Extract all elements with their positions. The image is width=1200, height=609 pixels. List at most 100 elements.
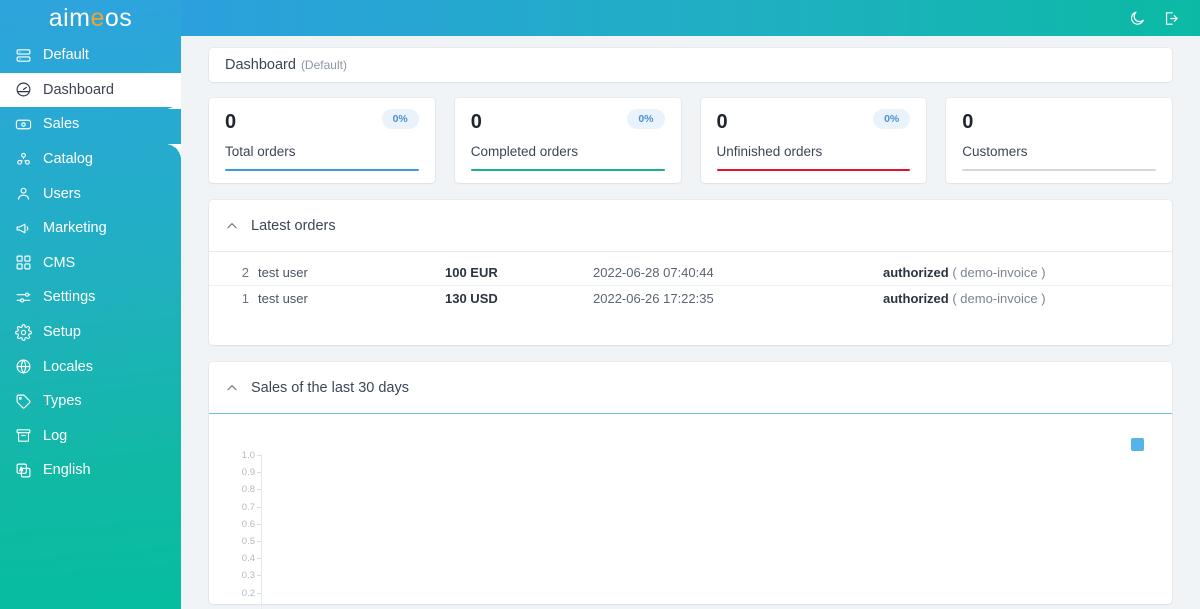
order-status-cell: authorized ( demo-invoice ) [883, 291, 1156, 306]
sidebar-item-label: Locales [43, 358, 93, 375]
table-row[interactable]: 2 test user 100 EUR 2022-06-28 07:40:44 auth… [209, 260, 1172, 286]
stat-label: Customers [962, 144, 1028, 159]
stat-card-total-orders: 0 0% Total orders [209, 98, 435, 183]
sidebar-item-cms[interactable]: CMS [0, 246, 181, 281]
order-customer: test user [258, 264, 308, 280]
order-status-cell: authorized ( demo-invoice ) [883, 265, 1156, 280]
sales-chart-body: 1.0 0.9 0.8 0.7 0.6 0.5 0.4 0.3 0.2 [209, 414, 1172, 609]
translate-icon [14, 461, 32, 479]
app-logo[interactable]: aimeos [0, 0, 181, 36]
stat-percent-badge: 0% [381, 109, 419, 129]
table-row[interactable]: 1 test user 130 USD 2022-06-26 17:22:35 auth… [209, 286, 1172, 312]
globe-icon [14, 358, 32, 376]
user-icon [14, 185, 32, 203]
chevron-up-icon [225, 219, 241, 233]
sidebar-item-types[interactable]: Types [0, 384, 181, 419]
catalog-icon [14, 150, 32, 168]
logo-accent-letter: e [90, 3, 105, 32]
top-bar [181, 0, 1200, 36]
order-status: authorized [883, 264, 949, 280]
sidebar-item-label: Setup [43, 324, 81, 341]
chart-y-tick: 0.5 [221, 536, 261, 553]
order-service: ( demo-invoice ) [952, 264, 1046, 280]
chart-y-tick: 0.2 [221, 588, 261, 605]
sales-chart-title: Sales of the last 30 days [251, 379, 409, 396]
stat-underline [225, 169, 419, 171]
logo-part-1: aim [48, 3, 91, 32]
moon-icon [1130, 11, 1144, 25]
chart-y-tick: 0.7 [221, 502, 261, 519]
stat-underline [470, 169, 665, 171]
stat-underline [962, 169, 1156, 171]
chevron-up-icon [225, 381, 241, 395]
stat-value: 0 [962, 111, 974, 133]
sliders-icon [14, 288, 32, 306]
sidebar-item-label: Sales [43, 116, 80, 133]
chart-axis-line [261, 455, 262, 609]
page-header: Dashboard (Default) [209, 48, 1172, 82]
logo-part-2: os [104, 3, 133, 32]
chart-y-axis: 1.0 0.9 0.8 0.7 0.6 0.5 0.4 0.3 0.2 [221, 450, 261, 605]
sidebar-item-log[interactable]: Log [0, 419, 181, 454]
chart-y-tick: 0.6 [221, 519, 261, 536]
chart-y-tick: 0.4 [221, 553, 261, 570]
sales-chart-panel: Sales of the last 30 days 1.0 0.9 0.8 0.7 0.… [209, 362, 1172, 609]
sidebar-item-label: CMS [43, 254, 76, 271]
latest-orders-title: Latest orders [251, 217, 336, 234]
archive-icon [14, 427, 32, 445]
logout-button[interactable] [1156, 3, 1186, 33]
megaphone-icon [14, 219, 32, 237]
stat-label: Total orders [225, 144, 296, 159]
sidebar-item-default[interactable]: Default [0, 38, 181, 73]
sidebar-item-settings[interactable]: Settings [0, 280, 181, 315]
sidebar-item-label: English [43, 462, 91, 479]
sidebar-item-label: Marketing [43, 220, 107, 237]
sales-chart-header[interactable]: Sales of the last 30 days [209, 362, 1172, 414]
order-amount: 130 USD [445, 290, 498, 306]
stat-label: Unfinished orders [716, 144, 823, 159]
dashboard-app: aimeos Default Dashboard Sales Catalog Users… [0, 0, 1200, 609]
sidebar-item-dashboard[interactable]: Dashboard [0, 72, 181, 108]
page-subtitle: (Default) [300, 58, 347, 72]
stat-card-unfinished-orders: 0 0% Unfinished orders [700, 98, 927, 183]
sidebar-item-label: Catalog [43, 151, 93, 168]
sidebar-item-label: Types [43, 393, 82, 410]
sidebar-item-locales[interactable]: Locales [0, 349, 181, 384]
latest-orders-header[interactable]: Latest orders [209, 200, 1172, 252]
logout-icon [1165, 11, 1178, 25]
latest-orders-list: 2 test user 100 EUR 2022-06-28 07:40:44 auth… [209, 252, 1172, 345]
gear-icon [14, 323, 32, 341]
sidebar-item-label: Default [43, 47, 89, 64]
sidebar-item-sales[interactable]: Sales [0, 107, 181, 142]
chart-legend-swatch[interactable] [1131, 438, 1144, 451]
stat-percent-badge: 0% [627, 109, 665, 129]
order-id: 1 [241, 290, 249, 306]
banknote-icon [14, 115, 32, 133]
sidebar-item-marketing[interactable]: Marketing [0, 211, 181, 246]
stat-underline [716, 169, 911, 171]
server-icon [14, 46, 32, 64]
order-date: 2022-06-28 07:40:44 [593, 264, 714, 280]
order-status: authorized [883, 290, 949, 306]
dark-mode-toggle[interactable] [1122, 3, 1152, 33]
stat-card-row: 0 0% Total orders 0 0% Completed orders 0 0% Unf… [209, 98, 1172, 183]
page-title: Dashboard [225, 57, 296, 73]
latest-orders-panel: Latest orders 2 test user 100 EUR 2022-06-2… [209, 200, 1172, 345]
sidebar-item-label: Users [43, 185, 81, 202]
sidebar: aimeos Default Dashboard Sales Catalog Users… [0, 0, 181, 609]
sidebar-item-catalog[interactable]: Catalog [0, 142, 181, 177]
sidebar-item-setup[interactable]: Setup [0, 315, 181, 350]
chart-y-tick: 0.8 [221, 484, 261, 501]
active-notch-bottom [165, 143, 181, 160]
sidebar-nav: Default Dashboard Sales Catalog Users Marketi… [0, 36, 181, 488]
chart-y-tick: 1.0 [221, 450, 261, 467]
sidebar-item-users[interactable]: Users [0, 176, 181, 211]
stat-card-completed-orders: 0 0% Completed orders [454, 98, 681, 183]
gauge-icon [14, 81, 32, 99]
order-id: 2 [241, 264, 249, 280]
order-amount: 100 EUR [445, 264, 498, 280]
sidebar-item-english[interactable]: English [0, 453, 181, 488]
sidebar-item-label: Settings [43, 289, 96, 306]
chart-y-tick: 0.3 [221, 570, 261, 587]
sidebar-item-label: Log [43, 427, 68, 444]
